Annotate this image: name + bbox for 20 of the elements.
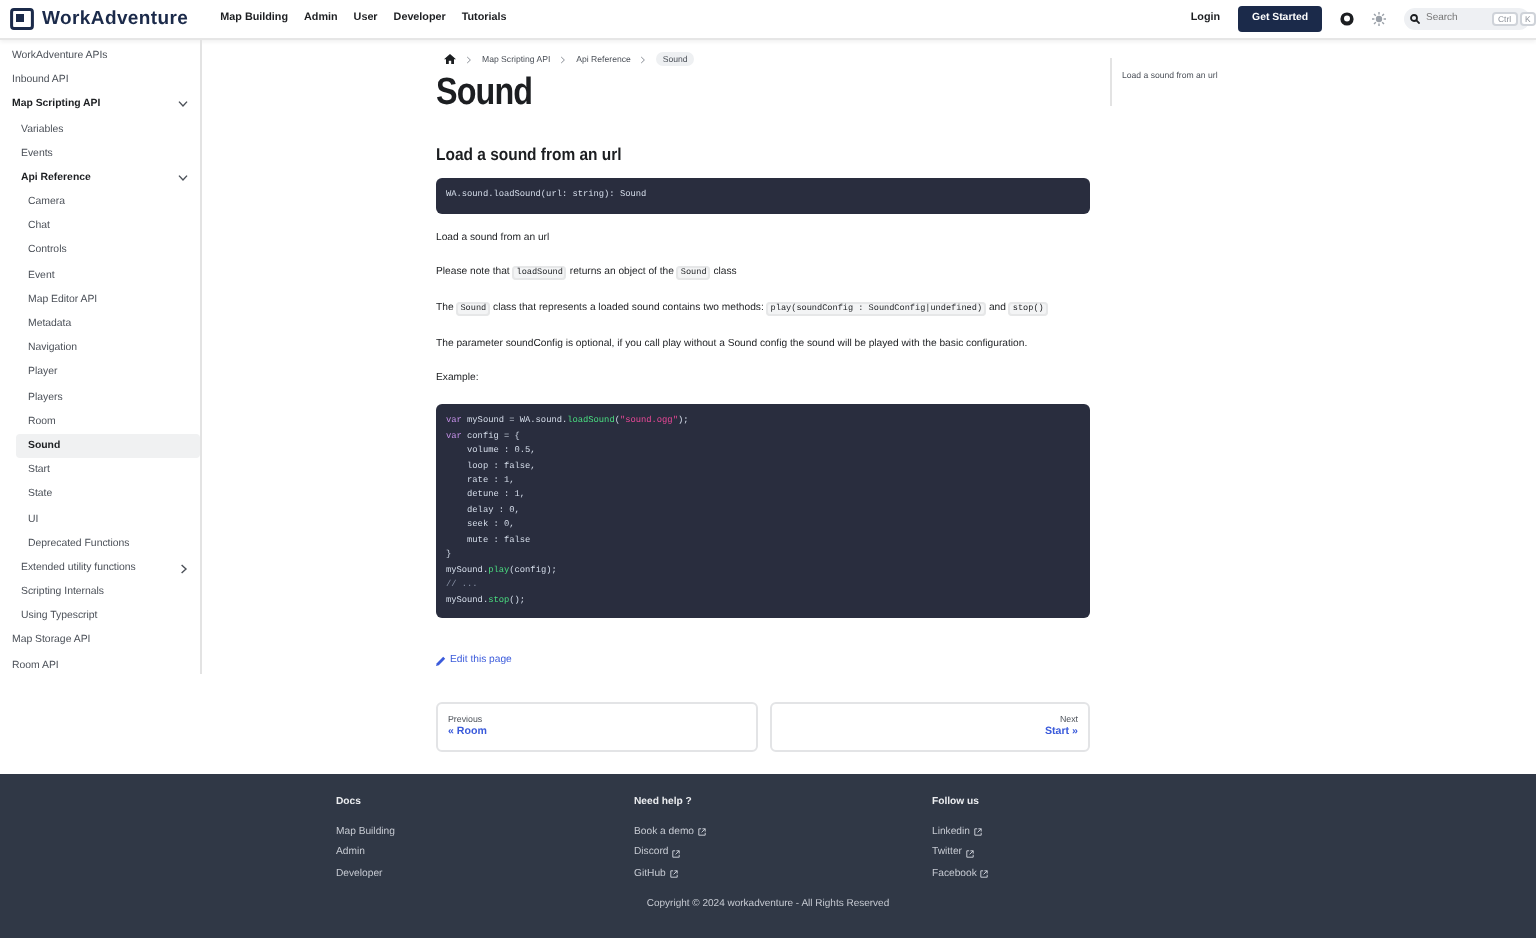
external-link-icon [672,849,681,858]
external-link-icon [669,870,678,879]
search-icon [1410,13,1420,24]
external-link-icon [698,828,707,837]
page-title: Sound [436,72,535,118]
logo-icon [10,7,34,30]
chevron-right-icon[interactable] [180,563,188,574]
brand-name[interactable]: WorkAdventure [42,7,189,31]
external-link-icon [966,849,974,858]
chevron-right-icon [560,55,567,64]
external-link-icon [980,870,989,879]
chevron-down-icon[interactable] [178,174,188,183]
sun-icon[interactable] [1372,11,1386,26]
external-link-icon [973,828,982,837]
home-icon[interactable] [444,54,456,65]
pencil-icon [436,655,446,666]
chevron-right-icon [466,55,472,64]
section-heading: Load a sound from an url [436,143,624,165]
chevron-right-icon [640,55,647,64]
chevron-down-icon[interactable] [178,100,188,109]
